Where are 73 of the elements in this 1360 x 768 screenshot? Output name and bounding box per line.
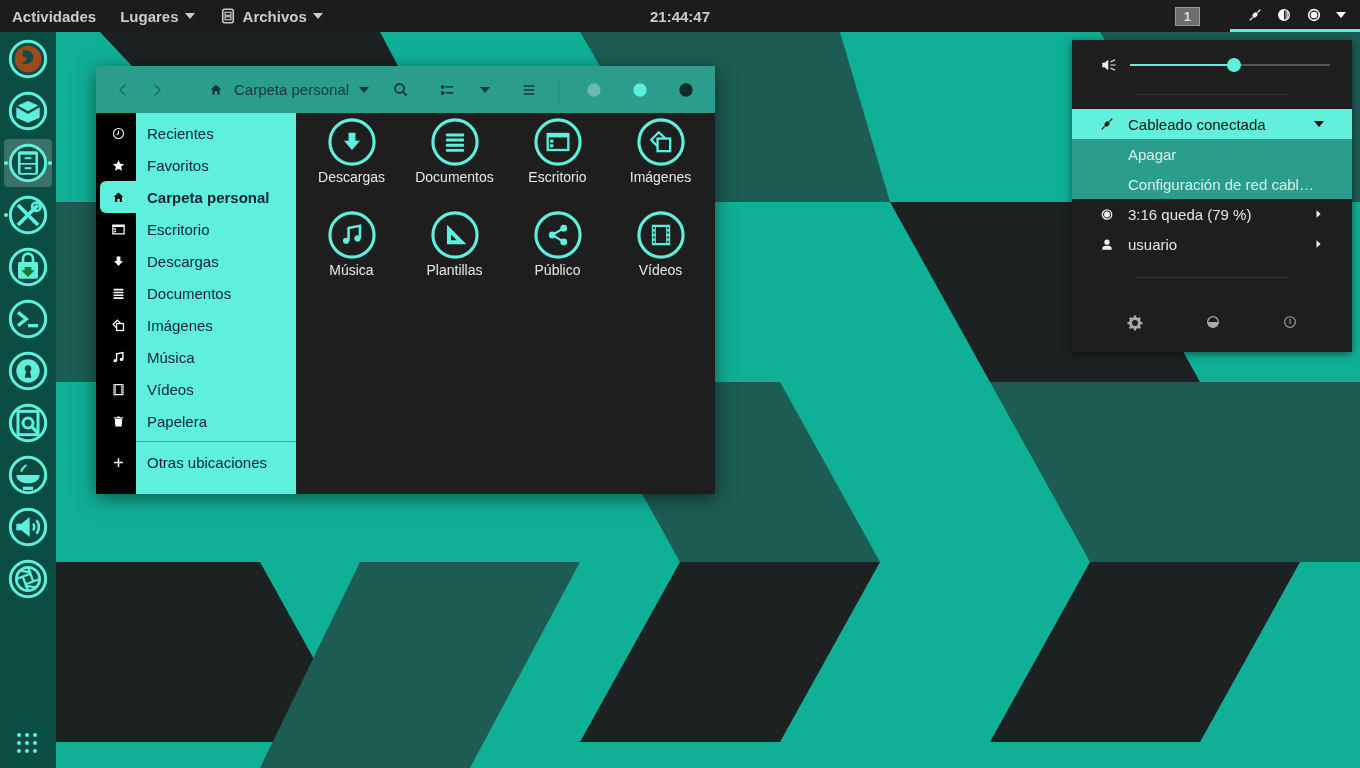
- network-icon: [1248, 7, 1262, 22]
- circle-icon: [678, 81, 694, 98]
- settings-icon: [1126, 314, 1145, 332]
- workspace-indicator[interactable]: 1: [1174, 6, 1200, 26]
- drawer-icon: [8, 143, 48, 183]
- menu-item[interactable]: 3:16 queda (79 %): [1072, 199, 1352, 229]
- sidebar-item[interactable]: Carpeta personal: [96, 181, 296, 213]
- menu-item[interactable]: usuario: [1072, 229, 1352, 259]
- caret-icon: [480, 86, 490, 93]
- network-icon: [1100, 117, 1114, 131]
- keyhole-icon: [8, 351, 48, 391]
- sidebar-item[interactable]: Imágenes: [96, 309, 296, 341]
- search-icon: [392, 80, 410, 99]
- half-circle-icon: [1205, 314, 1221, 330]
- bag-icon: [8, 247, 48, 287]
- tools-icon: [8, 195, 48, 235]
- folder-item[interactable]: Público: [506, 210, 609, 303]
- network-item[interactable]: Cableado conectada: [1072, 109, 1352, 139]
- folder-item[interactable]: Escritorio: [506, 117, 609, 210]
- circle-icon: [586, 81, 602, 98]
- folder-item[interactable]: Vídeos: [609, 210, 712, 303]
- speaker-icon: [8, 507, 48, 547]
- folder-item[interactable]: Plantillas: [403, 210, 506, 303]
- share-icon: [532, 210, 583, 260]
- aperture-icon: [8, 559, 48, 599]
- folder-item[interactable]: Música: [300, 210, 403, 303]
- clock-icon: [110, 125, 126, 141]
- dock-item[interactable]: [4, 139, 52, 187]
- folder-item[interactable]: Descargas: [300, 117, 403, 210]
- caret-icon: [1314, 121, 1324, 127]
- sidebar-item[interactable]: Favoritos: [96, 149, 296, 181]
- window-icon: [532, 117, 583, 167]
- apps-grid-icon[interactable]: [16, 732, 38, 754]
- sidebar-item[interactable]: Descargas: [96, 245, 296, 277]
- sidebar-item[interactable]: Escritorio: [96, 213, 296, 245]
- caret-icon: [312, 13, 323, 19]
- muted-speaker-icon: [1100, 56, 1118, 74]
- places-menu[interactable]: Lugares: [108, 0, 207, 32]
- window-icon: [110, 221, 126, 237]
- music-note-icon: [326, 210, 377, 260]
- clock[interactable]: 21:44:47: [649, 7, 710, 25]
- film-icon: [635, 210, 686, 260]
- download-icon: [326, 117, 377, 167]
- slider-thumb[interactable]: [1227, 58, 1241, 72]
- caret-icon: [184, 13, 195, 19]
- circle-icon: [632, 81, 648, 98]
- contrast-icon: [1276, 6, 1292, 23]
- terminal-icon: [8, 299, 48, 339]
- caret-icon: [359, 86, 370, 93]
- lamp-icon: [8, 455, 48, 495]
- caret-icon: [1336, 11, 1346, 18]
- sidebar-item[interactable]: Música: [96, 341, 296, 373]
- image-icon: [635, 117, 686, 167]
- power-icon: [1281, 314, 1298, 330]
- sidebar-item[interactable]: Otras ubicaciones: [96, 446, 296, 478]
- sidebar-item[interactable]: Papelera: [96, 405, 296, 437]
- sidebar-item[interactable]: Documentos: [96, 277, 296, 309]
- ring-icon: [1306, 6, 1322, 23]
- list-icon: [429, 117, 480, 167]
- star-icon: [110, 157, 126, 173]
- magnifier-icon: [8, 403, 48, 443]
- app-menu[interactable]: Archivos: [206, 0, 335, 32]
- settings-button[interactable]: [1126, 314, 1145, 332]
- envelope-icon: [8, 91, 48, 131]
- image-icon: [110, 317, 126, 333]
- sidebar-item[interactable]: Recientes: [96, 117, 296, 149]
- folder-item[interactable]: Documentos: [403, 117, 506, 210]
- battery-icon: [1100, 206, 1114, 222]
- sidebar-item[interactable]: Vídeos: [96, 373, 296, 405]
- activities-button[interactable]: Actividades: [0, 0, 109, 32]
- folder-item[interactable]: Imágenes: [609, 117, 712, 210]
- globe-icon: [8, 39, 48, 79]
- path-button[interactable]: Carpeta personal: [200, 73, 378, 106]
